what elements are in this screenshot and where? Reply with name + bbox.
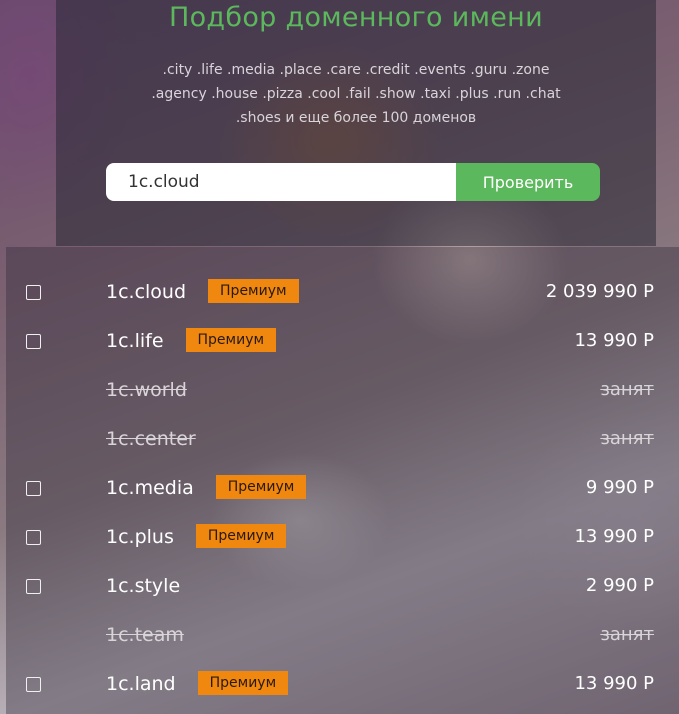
domain-search-panel: Подбор доменного имени .city .life .medi… (56, 0, 656, 246)
domain-name: 1c.land Премиум (106, 670, 289, 697)
taken-status: занят (600, 379, 654, 400)
result-row-taken: 1c.team занят (6, 611, 679, 660)
domain-name: 1c.cloud Премиум (106, 278, 299, 305)
select-checkbox[interactable] (26, 579, 41, 594)
page-title: Подбор доменного имени (169, 2, 543, 33)
premium-badge: Премиум (197, 670, 289, 695)
domain-name: 1c.team (106, 624, 184, 646)
domain-name: 1c.style (106, 575, 181, 597)
domain-price: 2 039 990 Р (545, 281, 654, 302)
domain-price: 9 990 Р (585, 477, 654, 498)
domain-name: 1c.plus Премиум (106, 523, 287, 550)
results-list: 1c.cloud Премиум 2 039 990 Р 1c.life Преми… (6, 247, 679, 714)
zones-line: .agency .house .pizza .cool .fail .show … (151, 86, 561, 102)
zones-line: .shoes и еще более 100 доменов (235, 110, 477, 126)
domain-search-input[interactable] (106, 163, 456, 201)
result-row: 1c.life Премиум 13 990 Р (6, 317, 679, 366)
check-button[interactable]: Проверить (456, 163, 600, 201)
result-row-taken: 1c.center занят (6, 415, 679, 464)
domain-price: 13 990 Р (574, 330, 654, 351)
taken-status: занят (600, 428, 654, 449)
domain-price: 13 990 Р (574, 526, 654, 547)
result-row: 1c.style 2 990 Р (6, 562, 679, 611)
result-row: 1c.land Премиум 13 990 Р (6, 660, 679, 709)
select-checkbox[interactable] (26, 677, 41, 692)
result-row-taken: 1c.world занят (6, 366, 679, 415)
domain-name: 1c.center (106, 428, 196, 450)
premium-badge: Премиум (215, 474, 307, 499)
taken-status: занят (600, 624, 654, 645)
premium-badge: Премиум (208, 278, 299, 303)
result-row: 1c.media Премиум 9 990 Р (6, 464, 679, 513)
domain-price: 2 990 Р (585, 575, 654, 596)
result-row: 1c.plus Премиум 13 990 Р (6, 513, 679, 562)
domain-zones-list: .city .life .media .place .care .credit … (126, 58, 586, 130)
domain-name: 1c.media Премиум (106, 474, 307, 501)
select-checkbox[interactable] (26, 481, 41, 496)
result-row: 1c.cloud Премиум 2 039 990 Р (6, 268, 679, 317)
select-checkbox[interactable] (26, 334, 41, 349)
domain-name: 1c.life Премиум (106, 327, 277, 354)
zones-line: .city .life .media .place .care .credit … (162, 62, 550, 78)
domain-name: 1c.world (106, 379, 187, 401)
premium-badge: Премиум (185, 327, 277, 352)
select-checkbox[interactable] (26, 530, 41, 545)
select-checkbox[interactable] (26, 285, 41, 300)
domain-price: 13 990 Р (574, 673, 654, 694)
premium-badge: Премиум (195, 523, 287, 548)
